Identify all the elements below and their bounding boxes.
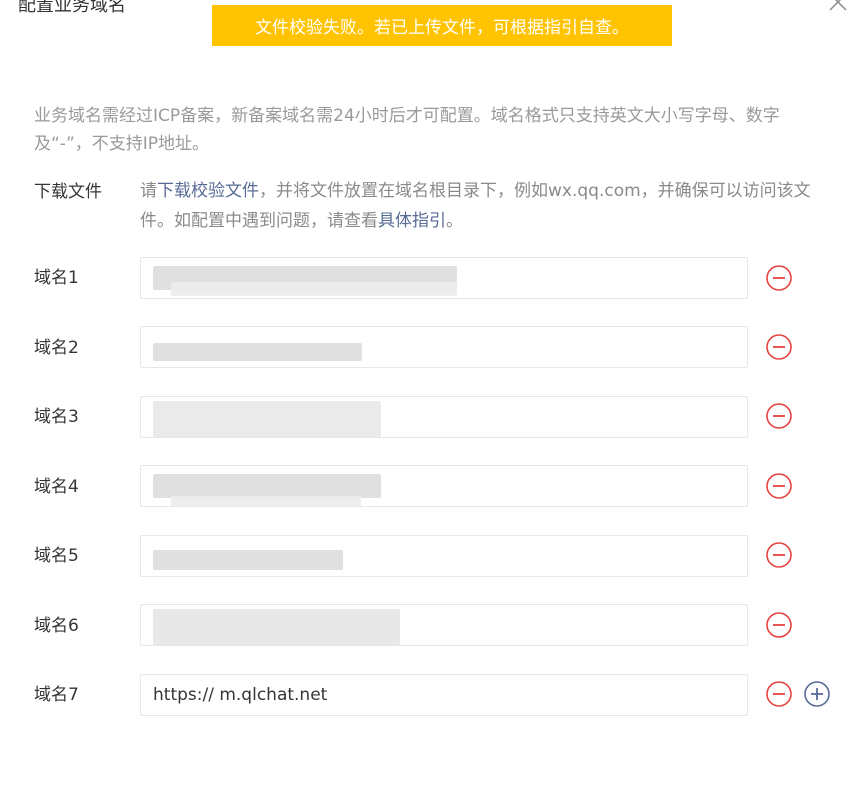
domain-label-3: 域名3 — [34, 407, 79, 427]
minus-circle-icon — [766, 334, 792, 360]
remove-domain-button-7[interactable] — [765, 680, 793, 708]
download-label: 下载文件 — [34, 182, 102, 202]
remove-domain-button-3[interactable] — [765, 402, 793, 430]
minus-circle-icon — [766, 403, 792, 429]
domain-input-3[interactable] — [140, 396, 748, 438]
download-instructions: 请下载校验文件，并将文件放置在域名根目录下，例如wx.qq.com，并确保可以访… — [140, 176, 840, 236]
redacted-value — [153, 343, 362, 361]
domain-input-2[interactable] — [140, 326, 748, 368]
domain-label-5: 域名5 — [34, 546, 79, 566]
redacted-value — [153, 550, 343, 570]
minus-circle-icon — [766, 542, 792, 568]
download-file-link[interactable]: 下载校验文件 — [157, 181, 259, 201]
remove-domain-button-4[interactable] — [765, 472, 793, 500]
download-text-suffix: 。 — [446, 211, 463, 231]
guide-link[interactable]: 具体指引 — [378, 211, 446, 231]
minus-circle-icon — [766, 612, 792, 638]
domain-description: 业务域名需经过ICP备案，新备案域名需24小时后才可配置。域名格式只支持英文大小… — [34, 106, 780, 154]
redacted-value — [153, 609, 400, 645]
domain-input-7-value[interactable]: https:// m.qlchat.net — [153, 675, 327, 715]
redacted-value — [153, 401, 381, 437]
domain-label-1: 域名1 — [34, 268, 79, 288]
domain-label-6: 域名6 — [34, 616, 79, 636]
domain-input-1[interactable] — [140, 257, 748, 299]
domain-label-7: 域名7 — [34, 685, 79, 705]
download-text-prefix: 请 — [140, 181, 157, 201]
remove-domain-button-6[interactable] — [765, 611, 793, 639]
error-toast: 文件校验失败。若已上传文件，可根据指引自查。 — [212, 5, 672, 46]
dialog-title: 配置业务域名 — [18, 0, 126, 16]
domain-label-4: 域名4 — [34, 477, 79, 497]
remove-domain-button-2[interactable] — [765, 333, 793, 361]
remove-domain-button-1[interactable] — [765, 264, 793, 292]
domain-input-4[interactable] — [140, 465, 748, 507]
close-icon — [829, 0, 847, 11]
redacted-value-shade — [171, 496, 361, 506]
remove-domain-button-5[interactable] — [765, 541, 793, 569]
domain-input-5[interactable] — [140, 535, 748, 577]
add-domain-button[interactable] — [803, 680, 831, 708]
redacted-value-shade — [171, 282, 457, 296]
domain-label-2: 域名2 — [34, 338, 79, 358]
minus-circle-icon — [766, 681, 792, 707]
plus-circle-icon — [804, 681, 830, 707]
minus-circle-icon — [766, 265, 792, 291]
minus-circle-icon — [766, 473, 792, 499]
domain-input-6[interactable] — [140, 604, 748, 646]
redacted-value — [153, 474, 381, 498]
domain-input-7[interactable]: https:// m.qlchat.net — [140, 674, 748, 716]
close-button[interactable] — [826, 0, 850, 14]
